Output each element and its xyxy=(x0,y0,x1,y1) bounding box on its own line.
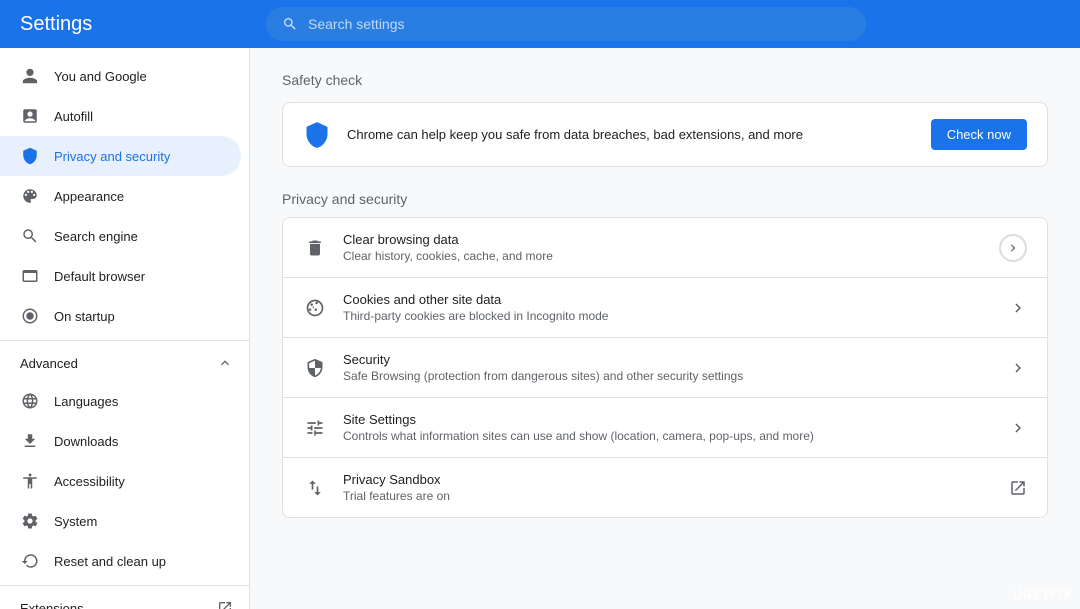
row-subtitle: Safe Browsing (protection from dangerous… xyxy=(343,369,993,383)
check-now-button[interactable]: Check now xyxy=(931,119,1027,150)
sidebar-item-label: Downloads xyxy=(54,434,118,449)
sidebar-item-extensions[interactable]: Extensions xyxy=(0,590,249,609)
palette-icon xyxy=(20,186,40,206)
privacy-sandbox-text: Privacy Sandbox Trial features are on xyxy=(343,472,993,503)
safety-check-card: Chrome can help keep you safe from data … xyxy=(282,102,1048,167)
row-arrow xyxy=(999,234,1027,262)
sidebar-item-label: Default browser xyxy=(54,269,145,284)
clear-browsing-data-row[interactable]: Clear browsing data Clear history, cooki… xyxy=(283,218,1047,278)
row-arrow xyxy=(1009,299,1027,317)
sidebar-item-search-engine[interactable]: Search engine xyxy=(0,216,241,256)
content-area: Safety check Chrome can help keep you sa… xyxy=(250,48,1080,609)
privacy-settings-list: Clear browsing data Clear history, cooki… xyxy=(282,217,1048,518)
row-subtitle: Third-party cookies are blocked in Incog… xyxy=(343,309,993,323)
external-icon xyxy=(1009,479,1027,497)
advanced-label: Advanced xyxy=(20,356,78,371)
privacy-section-title: Privacy and security xyxy=(282,191,1048,207)
sidebar-item-label: Accessibility xyxy=(54,474,125,489)
security-text: Security Safe Browsing (protection from … xyxy=(343,352,993,383)
sidebar-item-label: Languages xyxy=(54,394,118,409)
sidebar-item-label: You and Google xyxy=(54,69,147,84)
search-engine-icon xyxy=(20,226,40,246)
watermark: UGETFIX xyxy=(1013,587,1072,601)
app-header: Settings xyxy=(0,0,1080,48)
row-subtitle: Trial features are on xyxy=(343,489,993,503)
row-title: Site Settings xyxy=(343,412,993,427)
sidebar-item-label: Privacy and security xyxy=(54,149,170,164)
sidebar-item-reset[interactable]: Reset and clean up xyxy=(0,541,241,581)
site-settings-row[interactable]: Site Settings Controls what information … xyxy=(283,398,1047,458)
reset-icon xyxy=(20,551,40,571)
security-icon xyxy=(303,356,327,380)
startup-icon xyxy=(20,306,40,326)
advanced-header[interactable]: Advanced xyxy=(0,345,249,381)
arrow-circle xyxy=(999,234,1027,262)
language-icon xyxy=(20,391,40,411)
sidebar-item-label: On startup xyxy=(54,309,115,324)
row-subtitle: Controls what information sites can use … xyxy=(343,429,993,443)
app-title: Settings xyxy=(20,13,250,36)
sidebar-item-privacy-and-security[interactable]: Privacy and security xyxy=(0,136,241,176)
sidebar-divider xyxy=(0,340,249,341)
privacy-sandbox-icon xyxy=(303,476,327,500)
trash-icon xyxy=(303,236,327,260)
sidebar-item-label: Reset and clean up xyxy=(54,554,166,569)
safety-check-title: Safety check xyxy=(282,72,1048,88)
sidebar-item-label: System xyxy=(54,514,97,529)
download-icon xyxy=(20,431,40,451)
cookies-text: Cookies and other site data Third-party … xyxy=(343,292,993,323)
main-layout: You and Google Autofill Privacy and secu… xyxy=(0,48,1080,609)
chevron-up-icon xyxy=(217,355,233,371)
security-row[interactable]: Security Safe Browsing (protection from … xyxy=(283,338,1047,398)
row-title: Privacy Sandbox xyxy=(343,472,993,487)
row-arrow xyxy=(1009,359,1027,377)
sidebar-item-you-and-google[interactable]: You and Google xyxy=(0,56,241,96)
sidebar-item-label: Autofill xyxy=(54,109,93,124)
sidebar-item-on-startup[interactable]: On startup xyxy=(0,296,241,336)
accessibility-icon xyxy=(20,471,40,491)
sidebar-item-autofill[interactable]: Autofill xyxy=(0,96,241,136)
person-icon xyxy=(20,66,40,86)
cookies-icon xyxy=(303,296,327,320)
site-settings-text: Site Settings Controls what information … xyxy=(343,412,993,443)
sidebar-item-languages[interactable]: Languages xyxy=(0,381,241,421)
browser-icon xyxy=(20,266,40,286)
cookies-row[interactable]: Cookies and other site data Third-party … xyxy=(283,278,1047,338)
sidebar-item-system[interactable]: System xyxy=(0,501,241,541)
external-link-icon xyxy=(217,600,233,609)
search-icon xyxy=(282,16,298,32)
site-settings-icon xyxy=(303,416,327,440)
row-title: Cookies and other site data xyxy=(343,292,993,307)
shield-icon xyxy=(20,146,40,166)
autofill-icon xyxy=(20,106,40,126)
sidebar-divider-2 xyxy=(0,585,249,586)
sidebar: You and Google Autofill Privacy and secu… xyxy=(0,48,250,609)
sidebar-item-label: Search engine xyxy=(54,229,138,244)
sidebar-item-label: Appearance xyxy=(54,189,124,204)
sidebar-item-accessibility[interactable]: Accessibility xyxy=(0,461,241,501)
search-bar[interactable] xyxy=(266,7,866,41)
sidebar-item-appearance[interactable]: Appearance xyxy=(0,176,241,216)
sidebar-item-downloads[interactable]: Downloads xyxy=(0,421,241,461)
row-title: Clear browsing data xyxy=(343,232,983,247)
extensions-label: Extensions xyxy=(20,601,84,609)
row-arrow xyxy=(1009,419,1027,437)
system-icon xyxy=(20,511,40,531)
safety-shield-icon xyxy=(303,121,331,149)
privacy-sandbox-row[interactable]: Privacy Sandbox Trial features are on xyxy=(283,458,1047,517)
search-input[interactable] xyxy=(308,16,850,32)
row-subtitle: Clear history, cookies, cache, and more xyxy=(343,249,983,263)
sidebar-item-default-browser[interactable]: Default browser xyxy=(0,256,241,296)
safety-description: Chrome can help keep you safe from data … xyxy=(347,127,915,142)
row-title: Security xyxy=(343,352,993,367)
clear-browsing-data-text: Clear browsing data Clear history, cooki… xyxy=(343,232,983,263)
